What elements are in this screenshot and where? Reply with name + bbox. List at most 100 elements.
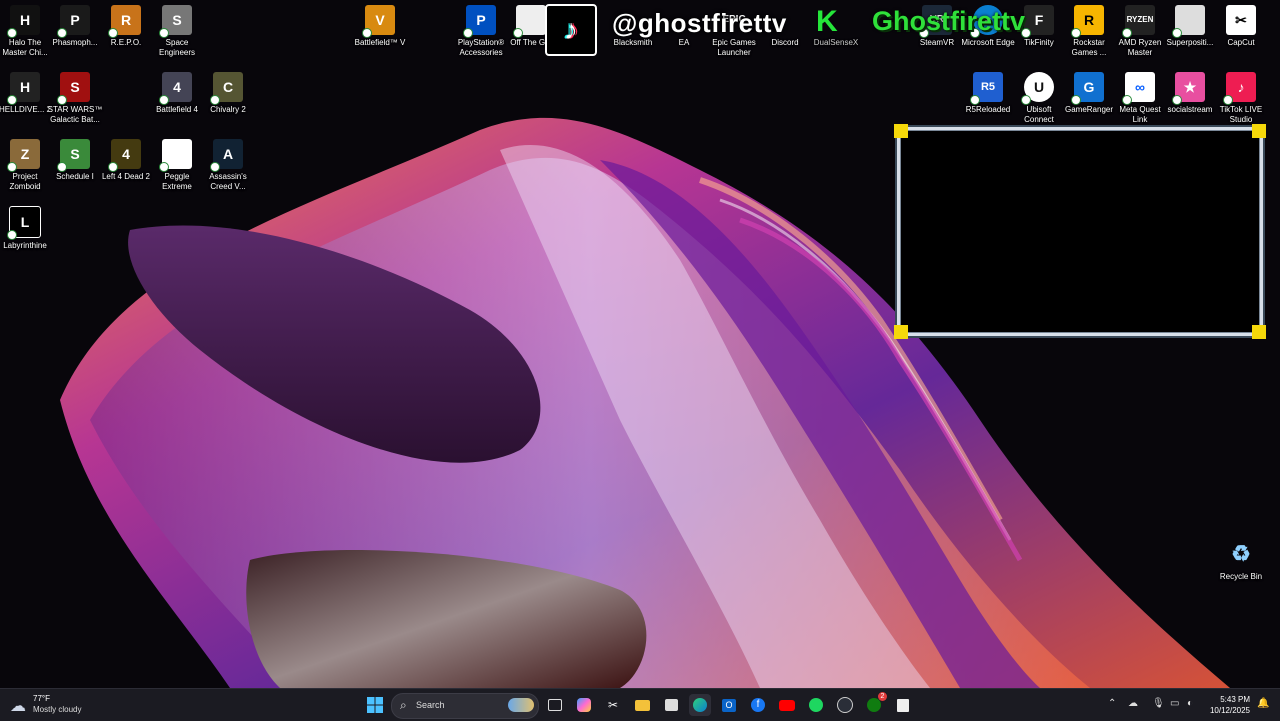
desktop-icon-project-zomboid[interactable]: Z Project Zomboid xyxy=(0,139,53,192)
schedule-icon: S xyxy=(57,139,90,172)
capcut-icon: ✂ xyxy=(607,698,619,712)
start-button[interactable] xyxy=(364,694,386,716)
task-view-button[interactable] xyxy=(544,694,566,716)
clock[interactable]: 5:43 PM 10/12/2025 xyxy=(1210,694,1250,716)
store-button[interactable] xyxy=(660,694,682,716)
notification-bell-icon[interactable]: 🔔 xyxy=(1257,698,1269,709)
script-editor-button[interactable] xyxy=(892,694,914,716)
edge-taskbar-button[interactable] xyxy=(689,694,711,716)
desktop-icon-rockstar[interactable]: R Rockstar Games ... xyxy=(1061,5,1117,58)
desktop-icon-gameranger[interactable]: G GameRanger xyxy=(1061,72,1117,115)
rockstar-icon: R xyxy=(1071,5,1104,38)
desktop-icon-helldivers[interactable]: H HELLDIVE... 2 xyxy=(0,72,53,115)
desktop-icon-star-wars[interactable]: S STAR WARS™ Galactic Bat... xyxy=(47,72,103,125)
kick-logo-icon: K xyxy=(816,5,838,38)
tiktok-live-icon: ♪ xyxy=(1223,72,1256,105)
star-wars-icon: S xyxy=(57,72,90,105)
steam-icon xyxy=(837,697,853,713)
desktop-icon-capcut[interactable]: ✂ CapCut xyxy=(1213,5,1269,48)
desktop-icon-halo[interactable]: H Halo The Master Chi... xyxy=(0,5,53,58)
youtube-button[interactable] xyxy=(776,694,798,716)
microphone-icon[interactable]: 🎙 xyxy=(1152,698,1165,709)
socialstream-icon: ★ xyxy=(1172,72,1205,105)
file-icon xyxy=(513,5,546,38)
desktop-icon-schedule-i[interactable]: S Schedule I xyxy=(47,139,103,182)
desktop-icon-repo[interactable]: R R.E.P.O. xyxy=(98,5,154,48)
overlay-handle-text: @ghostfirettv xyxy=(612,8,787,38)
desktop-icon-labyrinthine[interactable]: L Labyrinthine xyxy=(0,206,53,251)
desktop-icon-ryzen-master[interactable]: RYZEN AMD Ryzen Master xyxy=(1112,5,1168,58)
desktop-icon-left-4-dead-2[interactable]: 4 Left 4 Dead 2 xyxy=(98,139,154,182)
folder-icon xyxy=(634,699,650,711)
desktop-icon-ubisoft-connect[interactable]: U Ubisoft Connect xyxy=(1011,72,1067,125)
volume-icon[interactable]: ◐ xyxy=(1187,698,1193,709)
desktop-icon-battlefield-4[interactable]: 4 Battlefield 4 xyxy=(149,72,205,115)
cloud-icon: ☁ xyxy=(10,698,26,715)
file-icon xyxy=(159,139,192,172)
weather-desc: Mostly cloudy xyxy=(33,705,82,714)
edge-icon xyxy=(693,698,707,712)
desktop-icon-chivalry-2[interactable]: C Chivalry 2 xyxy=(200,72,256,115)
labyrinthine-icon: L xyxy=(7,206,41,240)
steam-button[interactable] xyxy=(834,694,856,716)
desktop-icon-assassins-creed[interactable]: A Assassin's Creed V... xyxy=(200,139,256,192)
superposition-icon xyxy=(1172,5,1205,38)
outlook-button[interactable]: O xyxy=(718,694,740,716)
phasmophobia-icon: P xyxy=(57,5,90,38)
ubisoft-icon: U xyxy=(1021,72,1054,105)
halo-icon: H xyxy=(7,5,40,38)
playstation-icon: P xyxy=(463,5,496,38)
tiktok-logo-overlay: ♪ xyxy=(545,4,597,56)
weather-temp: 77°F xyxy=(33,694,50,703)
recycle-bin-icon: ♻ xyxy=(1231,541,1251,566)
desktop-icon-recycle-bin[interactable]: ♻ Recycle Bin xyxy=(1213,539,1269,582)
copilot-button[interactable] xyxy=(573,694,595,716)
desktop-icon-tiktok-live-studio[interactable]: ♪ TikTok LIVE Studio xyxy=(1213,72,1269,125)
search-placeholder: Search xyxy=(416,700,445,710)
taskbar-search[interactable]: ⌕ Search xyxy=(391,693,539,719)
spotify-icon xyxy=(809,698,823,712)
helldivers-icon: H xyxy=(7,72,40,105)
capcut-taskbar-button[interactable]: ✂ xyxy=(602,694,624,716)
ryzen-icon: RYZEN xyxy=(1122,5,1155,38)
network-icon[interactable]: ▭ xyxy=(1170,698,1179,709)
clock-time: 5:43 PM xyxy=(1220,695,1250,704)
notification-badge: 2 xyxy=(878,692,887,701)
desktop-icon-peggle-extreme[interactable]: Peggle Extreme xyxy=(149,139,205,192)
facebook-icon: f xyxy=(751,698,765,712)
xbox-button[interactable]: 2 xyxy=(863,692,887,716)
desktop-icon-socialstream[interactable]: ★ socialstream xyxy=(1162,72,1218,115)
desktop-icon-phasmophobia[interactable]: P Phasmoph... xyxy=(47,5,103,48)
desktop-icon-r5reloaded[interactable]: R5 R5Reloaded xyxy=(960,72,1016,115)
youtube-icon xyxy=(779,699,795,711)
repo-icon: R xyxy=(108,5,141,38)
chivalry-icon: C xyxy=(210,72,243,105)
search-icon: ⌕ xyxy=(400,698,407,712)
zomboid-icon: Z xyxy=(7,139,40,172)
facebook-button[interactable]: f xyxy=(747,694,769,716)
taskbar: ☁ 77°F Mostly cloudy ⌕ Search ✂ O f 2 ⌃ … xyxy=(0,688,1280,721)
spotify-button[interactable] xyxy=(805,694,827,716)
capcut-icon: ✂ xyxy=(1226,5,1256,35)
l4d2-icon: 4 xyxy=(108,139,141,172)
desktop-icon-meta-quest-link[interactable]: ∞ Meta Quest Link xyxy=(1112,72,1168,125)
battlefield-4-icon: 4 xyxy=(159,72,192,105)
file-explorer-button[interactable] xyxy=(631,694,653,716)
desktop-icon-battlefield-v[interactable]: V Battlefield™ V xyxy=(352,5,408,48)
r5reloaded-icon: R5 xyxy=(970,72,1003,105)
webcam-frame-overlay xyxy=(894,124,1266,339)
windows-icon xyxy=(367,697,383,713)
editor-icon xyxy=(897,698,909,712)
meta-icon: ∞ xyxy=(1122,72,1155,105)
desktop-icon-space-engineers[interactable]: S Space Engineers xyxy=(149,5,205,58)
clock-date: 10/12/2025 xyxy=(1209,706,1250,715)
desktop-icon-superposition[interactable]: Superpositi... xyxy=(1162,5,1218,48)
onedrive-icon[interactable]: ☁ xyxy=(1128,698,1138,709)
chevron-up-icon[interactable]: ⌃ xyxy=(1108,698,1116,709)
tikfinity-icon: F xyxy=(1021,5,1054,38)
battlefield-v-icon: V xyxy=(362,5,395,38)
search-highlight-icon xyxy=(508,698,534,712)
gameranger-icon: G xyxy=(1071,72,1104,105)
desktop-icon-playstation-accessories[interactable]: P PlayStation® Accessories xyxy=(453,5,509,58)
outlook-icon: O xyxy=(722,698,736,712)
